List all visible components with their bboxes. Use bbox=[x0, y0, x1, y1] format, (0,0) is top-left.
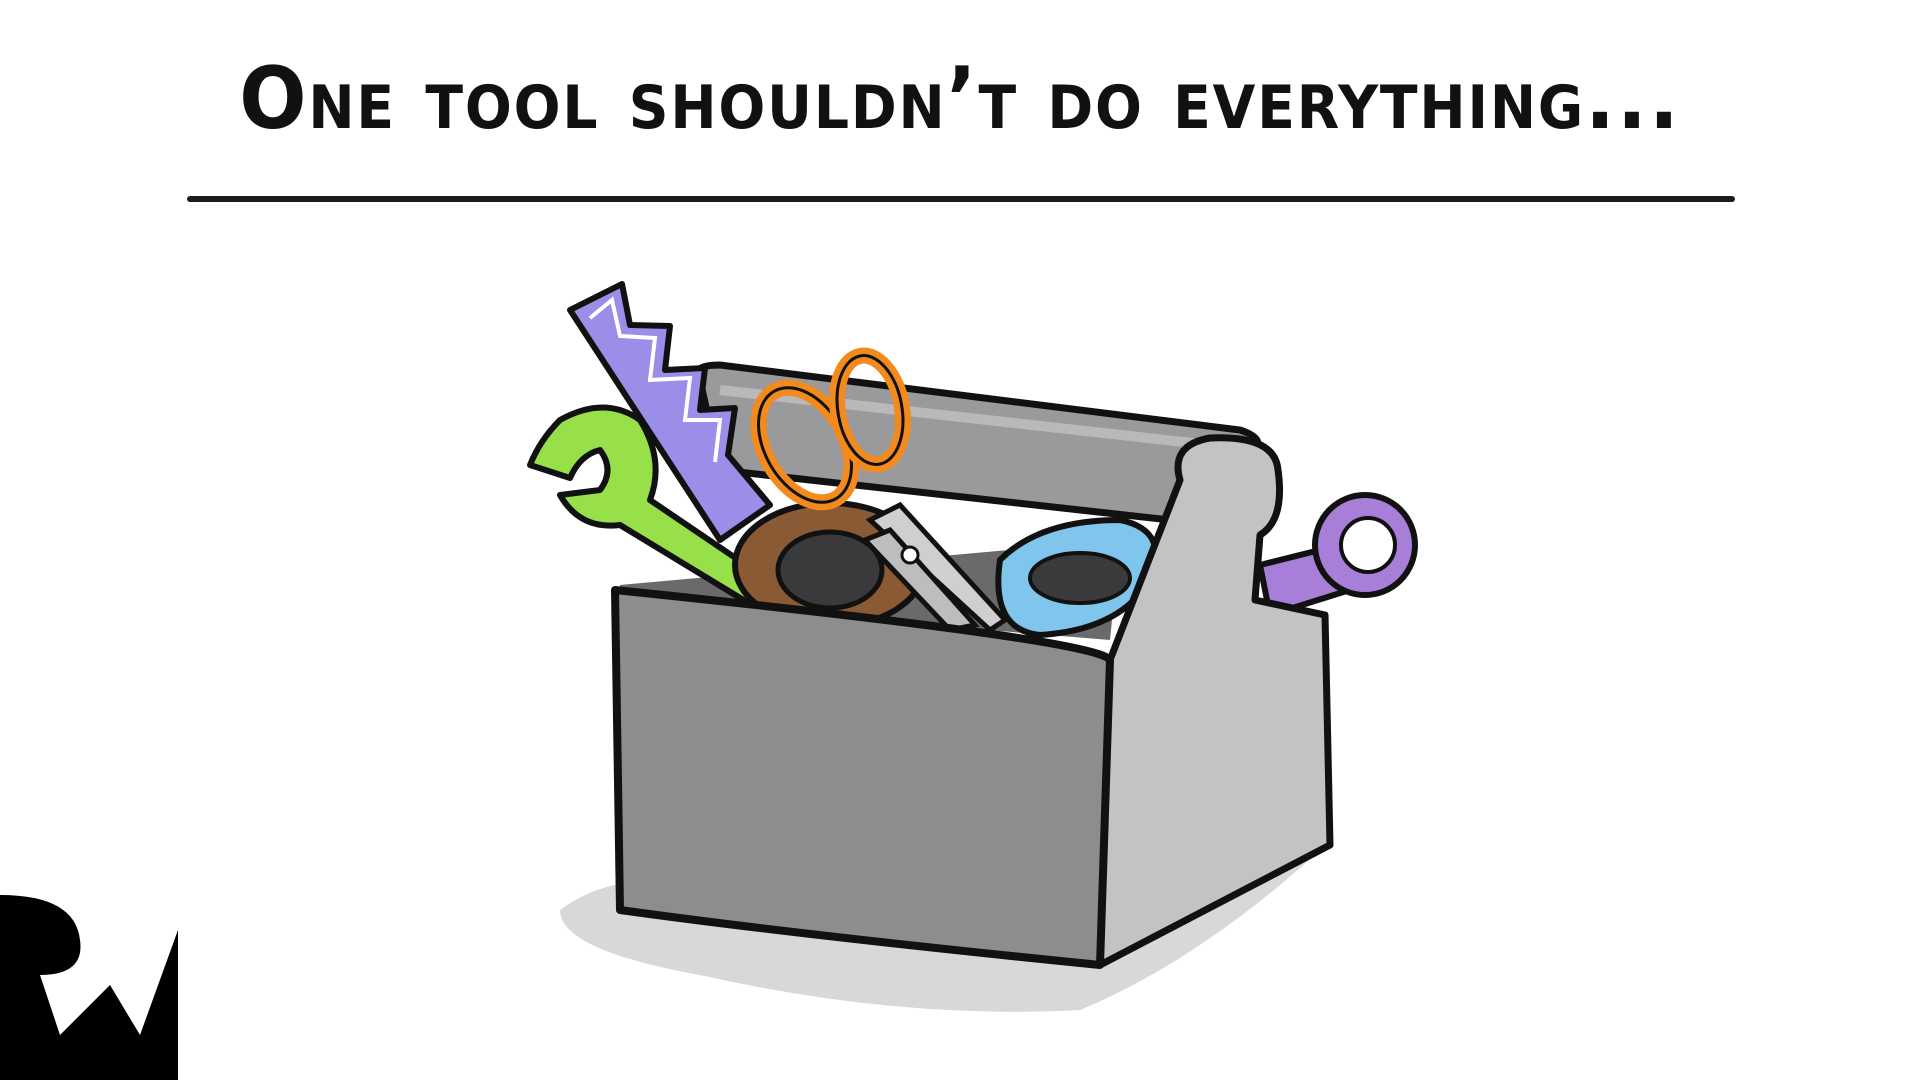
toolbox-front bbox=[611, 586, 1114, 969]
toolbox-icon bbox=[527, 281, 1418, 1012]
rw-logo-icon bbox=[0, 895, 178, 1080]
slide: One tool shouldn’t do everything... bbox=[0, 0, 1920, 1080]
